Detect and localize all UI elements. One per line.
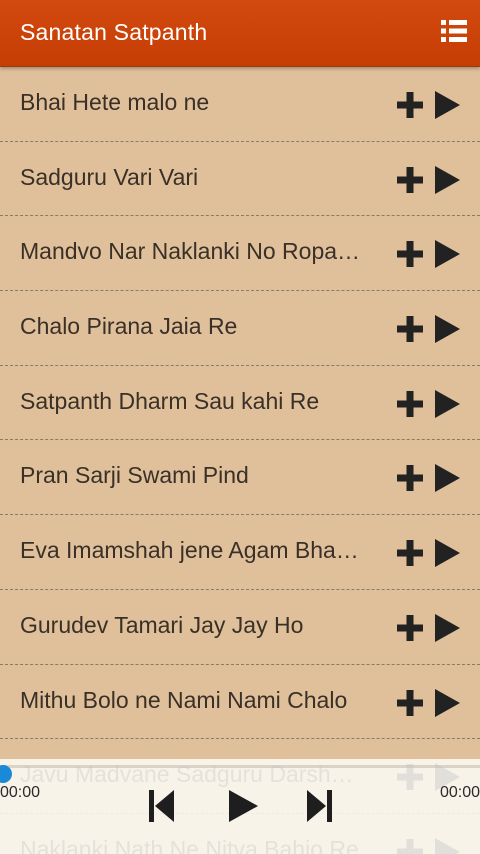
song-row[interactable]: Bhai Hete malo ne <box>0 67 480 142</box>
add-to-playlist-icon[interactable] <box>397 241 423 268</box>
song-row[interactable]: Eva Imamshah jene Agam Bha… <box>0 515 480 590</box>
list-menu-icon[interactable] <box>441 20 467 42</box>
song-row[interactable]: Sadguru Vari Vari <box>0 142 480 217</box>
song-title: Sadguru Vari Vari <box>20 163 199 190</box>
add-to-playlist-icon[interactable] <box>397 316 423 343</box>
song-title: Gurudev Tamari Jay Jay Ho <box>20 611 304 638</box>
play-song-icon[interactable] <box>434 389 460 418</box>
play-pause-icon[interactable] <box>227 789 259 823</box>
play-song-icon[interactable] <box>434 91 460 119</box>
song-row[interactable]: Mandvo Nar Naklanki No Ropa… <box>0 216 480 292</box>
song-title: Pran Sarji Swami Pind <box>20 462 249 489</box>
song-row[interactable]: Chalo Pirana Jaia Re <box>0 291 480 366</box>
add-to-playlist-icon[interactable] <box>397 465 423 492</box>
play-song-icon[interactable] <box>434 613 460 642</box>
add-to-playlist-icon[interactable] <box>397 689 423 716</box>
song-row[interactable]: Gurudev Tamari Jay Jay Ho <box>0 590 480 665</box>
add-to-playlist-icon[interactable] <box>397 614 423 641</box>
audio-player: 00:00 00:00 <box>0 759 480 854</box>
play-song-icon[interactable] <box>434 464 460 493</box>
song-title: Mandvo Nar Naklanki No Ropa… <box>20 238 361 265</box>
song-row[interactable]: Mithu Bolo ne Nami Nami Chalo <box>0 665 480 740</box>
song-title: Chalo Pirana Jaia Re <box>20 313 238 340</box>
song-row[interactable]: Satpanth Dharm Sau kahi Re <box>0 366 480 441</box>
elapsed-time: 00:00 <box>0 784 41 801</box>
play-song-icon[interactable] <box>434 315 460 344</box>
add-to-playlist-icon[interactable] <box>397 92 423 118</box>
song-title: Mithu Bolo ne Nami Nami Chalo <box>20 686 348 713</box>
progress-knob[interactable] <box>0 765 12 783</box>
play-song-icon[interactable] <box>434 688 460 717</box>
add-to-playlist-icon[interactable] <box>397 540 423 567</box>
song-title: Bhai Hete malo ne <box>20 89 210 115</box>
duration-time: 00:00 <box>439 784 480 801</box>
song-title: Eva Imamshah jene Agam Bha… <box>20 537 359 564</box>
song-list: Bhai Hete malo ne Sadguru Vari Vari Mandvo… <box>0 67 480 854</box>
song-title: Satpanth Dharm Sau kahi Re <box>20 387 320 414</box>
app-bar: Sanatan Satpanth <box>0 0 480 67</box>
play-song-icon[interactable] <box>434 165 460 194</box>
next-track-icon[interactable] <box>306 789 332 823</box>
previous-track-icon[interactable] <box>149 789 175 823</box>
progress-bar[interactable] <box>0 765 480 783</box>
add-to-playlist-icon[interactable] <box>397 390 423 417</box>
song-row[interactable]: Pran Sarji Swami Pind <box>0 440 480 516</box>
add-to-playlist-icon[interactable] <box>397 166 423 193</box>
app-title: Sanatan Satpanth <box>20 19 208 45</box>
play-song-icon[interactable] <box>434 539 460 568</box>
play-song-icon[interactable] <box>434 240 460 269</box>
